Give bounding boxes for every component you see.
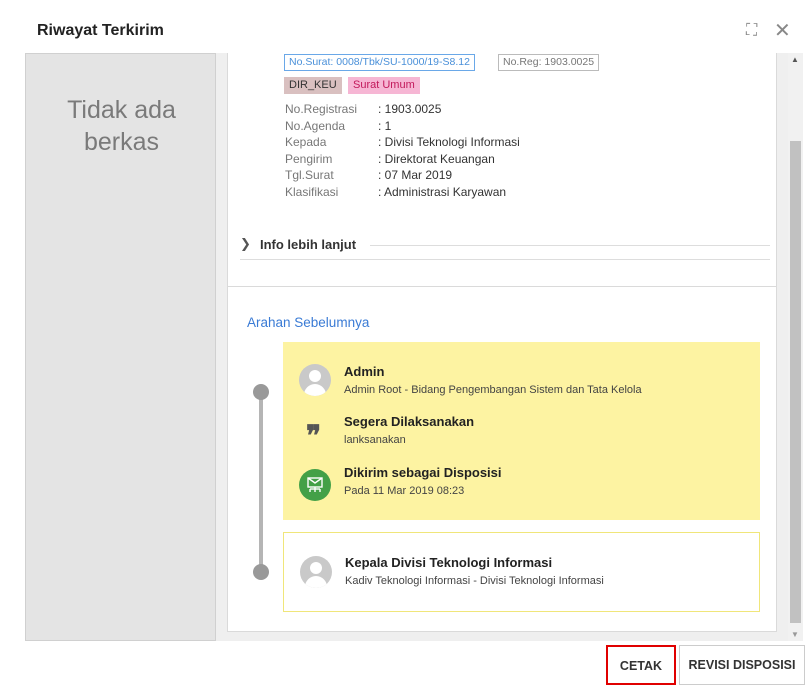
field-row-pengirim: Pengirim : Direktorat Keuangan bbox=[285, 151, 520, 168]
user-avatar-icon bbox=[300, 556, 332, 588]
field-label: Kepada bbox=[285, 135, 327, 149]
field-label: Tgl.Surat bbox=[285, 168, 334, 182]
empty-file-message: Tidak ada berkas bbox=[26, 94, 217, 158]
scroll-up-arrow-icon[interactable]: ▲ bbox=[791, 55, 799, 64]
close-icon[interactable]: ✕ bbox=[774, 21, 791, 41]
instruction-note: lanksanakan bbox=[344, 434, 406, 446]
timeline-dot bbox=[253, 564, 269, 580]
field-value: : Divisi Teknologi Informasi bbox=[378, 135, 520, 149]
status-time: Pada 11 Mar 2019 08:23 bbox=[344, 485, 465, 497]
disposition-entry: Admin Admin Root - Bidang Pengembangan S… bbox=[283, 342, 760, 520]
more-info-label: Info lebih lanjut bbox=[260, 237, 357, 252]
previous-instructions-card: Arahan Sebelumnya Admin Admin Root - Bid… bbox=[227, 286, 777, 632]
field-row-klasifikasi: Klasifikasi : Administrasi Karyawan bbox=[285, 184, 520, 201]
scroll-down-arrow-icon[interactable]: ▼ bbox=[791, 630, 799, 639]
field-value: : 07 Mar 2019 bbox=[378, 168, 453, 182]
registration-number-tag: No.Reg: 1903.0025 bbox=[498, 54, 600, 71]
recipient-detail: Kadiv Teknologi Informasi - Divisi Tekno… bbox=[345, 575, 604, 587]
field-value: : Administrasi Karyawan bbox=[378, 184, 507, 199]
expand-icon[interactable]: ⛶ bbox=[746, 21, 757, 41]
recipient-entry: Kepala Divisi Teknologi Informasi Kadiv … bbox=[283, 532, 760, 612]
origin-chip: DIR_KEU bbox=[284, 77, 342, 94]
divider bbox=[370, 245, 770, 246]
vertical-scrollbar[interactable]: ▲ ▼ bbox=[788, 53, 803, 641]
field-row-registrasi: No.Registrasi : 1903.0025 bbox=[285, 101, 520, 118]
mail-sent-icon bbox=[299, 469, 331, 501]
empty-file-line-2: berkas bbox=[83, 128, 160, 156]
status-title: Dikirim sebagai Disposisi bbox=[344, 465, 502, 480]
field-row-kepada: Kepada : Divisi Teknologi Informasi bbox=[285, 134, 520, 151]
chevron-right-icon: ❯ bbox=[240, 236, 251, 251]
sender-name: Admin bbox=[344, 364, 385, 379]
field-label: Pengirim bbox=[285, 151, 333, 166]
quote-icon: ❞ bbox=[306, 419, 322, 452]
timeline-dot bbox=[253, 384, 269, 400]
sender-detail: Admin Root - Bidang Pengembangan Sistem … bbox=[344, 384, 642, 396]
print-button[interactable]: CETAK bbox=[606, 645, 676, 685]
field-value: : Direktorat Keuangan bbox=[378, 151, 495, 166]
instruction-title: Segera Dilaksanakan bbox=[344, 414, 475, 429]
field-label: Klasifikasi bbox=[285, 184, 339, 199]
recipient-name: Kepala Divisi Teknologi Informasi bbox=[345, 555, 553, 570]
more-info-toggle[interactable]: ❯ Info lebih lanjut bbox=[240, 230, 770, 260]
detail-pane[interactable]: No.Surat: 0008/Tbk/SU-1000/19-S8.12 No.R… bbox=[216, 53, 803, 641]
dialog-header: Riwayat Terkirim ⛶ ✕ bbox=[0, 0, 811, 50]
field-value: : 1 bbox=[378, 118, 392, 133]
dialog: Riwayat Terkirim ⛶ ✕ Tidak ada berkas No… bbox=[0, 0, 811, 697]
empty-file-line-1: Tidak ada bbox=[67, 96, 176, 124]
field-row-tgl-surat: Tgl.Surat : 07 Mar 2019 bbox=[285, 167, 520, 184]
previous-instructions-title: Arahan Sebelumnya bbox=[247, 315, 370, 330]
field-label: No.Registrasi bbox=[285, 102, 358, 116]
letter-type-chip: Surat Umum bbox=[348, 77, 420, 94]
letter-number-tag: No.Surat: 0008/Tbk/SU-1000/19-S8.12 bbox=[284, 54, 475, 71]
field-label: No.Agenda bbox=[285, 118, 346, 133]
file-preview-pane: Tidak ada berkas bbox=[25, 53, 216, 641]
dialog-title: Riwayat Terkirim bbox=[37, 22, 164, 39]
timeline-line bbox=[259, 391, 263, 577]
letter-fields: No.Registrasi : 1903.0025 No.Agenda : 1 Ke… bbox=[285, 101, 520, 200]
field-row-agenda: No.Agenda : 1 bbox=[285, 118, 520, 135]
revise-disposition-button[interactable]: REVISI DISPOSISI bbox=[679, 645, 805, 685]
field-value: : 1903.0025 bbox=[378, 102, 442, 116]
user-avatar-icon bbox=[299, 364, 331, 396]
scroll-thumb[interactable] bbox=[790, 141, 801, 623]
